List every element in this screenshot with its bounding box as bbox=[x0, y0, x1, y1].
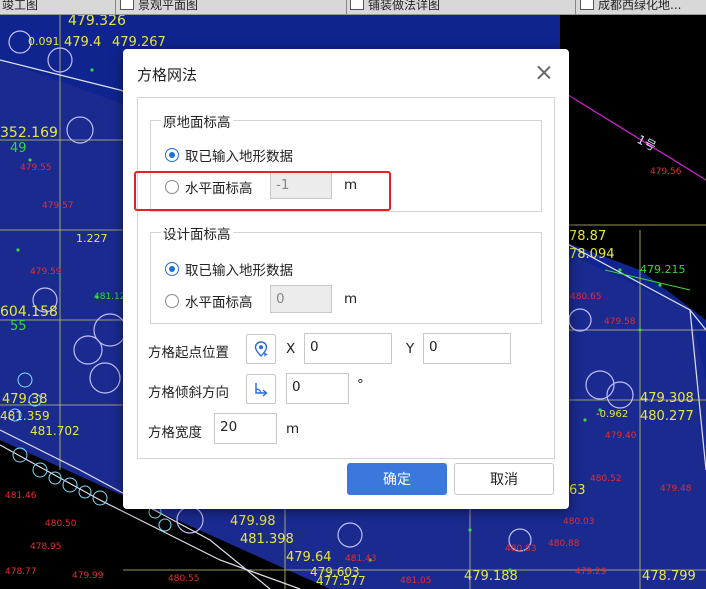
cad-label: 479.57 bbox=[42, 201, 74, 211]
dialog-title: 方格网法 bbox=[137, 66, 198, 84]
cad-label: 479.98 bbox=[230, 514, 276, 529]
tab-label: 铺装做法详图 bbox=[368, 0, 441, 12]
cad-label: 481.359 bbox=[0, 409, 50, 423]
annotation-highlight-box bbox=[134, 171, 391, 211]
grid-method-dialog: 方格网法 原地面标高 取已输入地形数据 水平面标高 -1 m 设计面标高 取已输… bbox=[123, 49, 569, 509]
cad-label: 481.398 bbox=[240, 532, 294, 547]
angle-input[interactable]: 0 bbox=[286, 373, 349, 404]
cad-label: -0.962 bbox=[596, 409, 629, 420]
tab-chengdu-greening[interactable]: 成都西绿化地... bbox=[580, 0, 681, 12]
cad-label: 479.29 bbox=[575, 567, 607, 577]
cad-label: 78.87 bbox=[569, 229, 607, 244]
cad-label: 477.577 bbox=[316, 574, 366, 588]
cad-label: 479.99 bbox=[72, 571, 104, 581]
origin-y-input[interactable]: 0 bbox=[423, 333, 511, 364]
cad-label: 352.169 bbox=[0, 125, 58, 141]
tab-landscape-plan[interactable]: 景观平面图 bbox=[120, 0, 198, 12]
cad-label: 479.40 bbox=[605, 431, 637, 441]
cancel-button[interactable]: 取消 bbox=[454, 463, 554, 495]
cad-label: 479.55 bbox=[20, 163, 52, 173]
cad-label: 480.55 bbox=[168, 574, 200, 584]
degree-unit: ° bbox=[357, 377, 364, 393]
cad-label: 479.38 bbox=[2, 392, 48, 407]
cad-label: 481.05 bbox=[400, 576, 432, 586]
cad-label: 481.12 bbox=[94, 292, 126, 302]
design-level-option[interactable]: 水平面标高 bbox=[165, 291, 253, 311]
tab-label: 成都西绿化地... bbox=[598, 0, 682, 12]
grid-angle-label: 方格倾斜方向 bbox=[148, 385, 229, 401]
cad-label: 479.56 bbox=[650, 167, 682, 177]
cad-label: 480.83 bbox=[505, 544, 537, 554]
tab-paving-detail[interactable]: 铺装做法详图 bbox=[350, 0, 440, 12]
design-level-input[interactable]: 0 bbox=[270, 285, 332, 313]
y-label: Y bbox=[406, 341, 415, 357]
cad-label: 478.799 bbox=[642, 569, 696, 584]
cad-label: 479.308 bbox=[640, 391, 694, 406]
cad-label: 480.03 bbox=[563, 517, 595, 527]
cad-label: 480.88 bbox=[548, 539, 580, 549]
cad-label: 479.59 bbox=[30, 267, 62, 277]
cad-label: 478.95 bbox=[30, 542, 62, 552]
group-title: 设计面标高 bbox=[161, 223, 233, 243]
cad-label: 479.48 bbox=[660, 484, 692, 494]
cad-label: 604.158 bbox=[0, 304, 58, 320]
grid-width-label: 方格宽度 bbox=[148, 425, 202, 441]
pick-angle-button[interactable] bbox=[246, 374, 276, 404]
group-title: 原地面标高 bbox=[161, 111, 233, 131]
cad-label: 478.77 bbox=[5, 567, 37, 577]
cad-label: 55 bbox=[10, 319, 27, 334]
drawing-icon bbox=[350, 0, 364, 10]
ok-button[interactable]: 确定 bbox=[347, 463, 447, 495]
cad-label: 479.64 bbox=[286, 550, 332, 565]
cad-label: 480.65 bbox=[570, 292, 602, 302]
cad-label: 479.188 bbox=[464, 569, 518, 584]
radio-unchecked[interactable] bbox=[165, 294, 179, 308]
unit-label: m bbox=[286, 421, 300, 437]
tab-label: 竣工图 bbox=[2, 0, 39, 12]
pick-point-button[interactable] bbox=[246, 334, 276, 364]
original-terrain-option[interactable]: 取已输入地形数据 bbox=[165, 145, 293, 165]
grid-width-input[interactable]: 20 bbox=[214, 413, 277, 444]
angle-arrow-icon bbox=[255, 383, 268, 397]
cad-label: 1.227 bbox=[76, 232, 108, 245]
cad-label: 479.4 bbox=[64, 35, 102, 50]
radio-checked[interactable] bbox=[165, 148, 179, 162]
drawing-icon bbox=[580, 0, 594, 10]
option-label: 取已输入地形数据 bbox=[185, 263, 293, 279]
cad-label: 479.215 bbox=[640, 263, 686, 276]
cad-label: 480.50 bbox=[45, 519, 77, 529]
cad-label: 480.52 bbox=[590, 474, 622, 484]
dialog-content-panel: 原地面标高 取已输入地形数据 水平面标高 -1 m 设计面标高 取已输入地形数据… bbox=[137, 97, 555, 459]
cad-label: 0.091 bbox=[28, 35, 60, 48]
location-pin-icon bbox=[254, 341, 268, 358]
radio-checked[interactable] bbox=[165, 262, 179, 276]
cad-label: 63 bbox=[569, 483, 586, 498]
design-terrain-option[interactable]: 取已输入地形数据 bbox=[165, 259, 293, 279]
option-label: 水平面标高 bbox=[185, 295, 253, 311]
option-label: 取已输入地形数据 bbox=[185, 149, 293, 165]
unit-label: m bbox=[344, 291, 358, 307]
document-tab-bar: 竣工图 景观平面图 铺装做法详图 成都西绿化地... bbox=[0, 0, 706, 15]
cad-label: 481.43 bbox=[345, 554, 377, 564]
x-label: X bbox=[286, 341, 296, 357]
tab-completion-drawing[interactable]: 竣工图 bbox=[2, 0, 38, 12]
origin-x-input[interactable]: 0 bbox=[304, 333, 392, 364]
cad-label: 479.326 bbox=[68, 13, 126, 29]
drawing-icon bbox=[120, 0, 134, 10]
cad-label: 49 bbox=[10, 141, 27, 156]
close-icon[interactable] bbox=[537, 65, 551, 79]
design-elevation-group: 设计面标高 取已输入地形数据 水平面标高 0 m bbox=[150, 223, 542, 324]
cad-label: 481.702 bbox=[30, 424, 80, 438]
cad-label: 481.46 bbox=[5, 491, 37, 501]
cad-label: 479.58 bbox=[604, 317, 636, 327]
cad-label: 78.094 bbox=[569, 247, 615, 262]
cad-label: 479.267 bbox=[112, 35, 166, 50]
grid-origin-label: 方格起点位置 bbox=[148, 345, 229, 361]
cad-label: 480.277 bbox=[640, 409, 694, 424]
tab-label: 景观平面图 bbox=[138, 0, 199, 12]
